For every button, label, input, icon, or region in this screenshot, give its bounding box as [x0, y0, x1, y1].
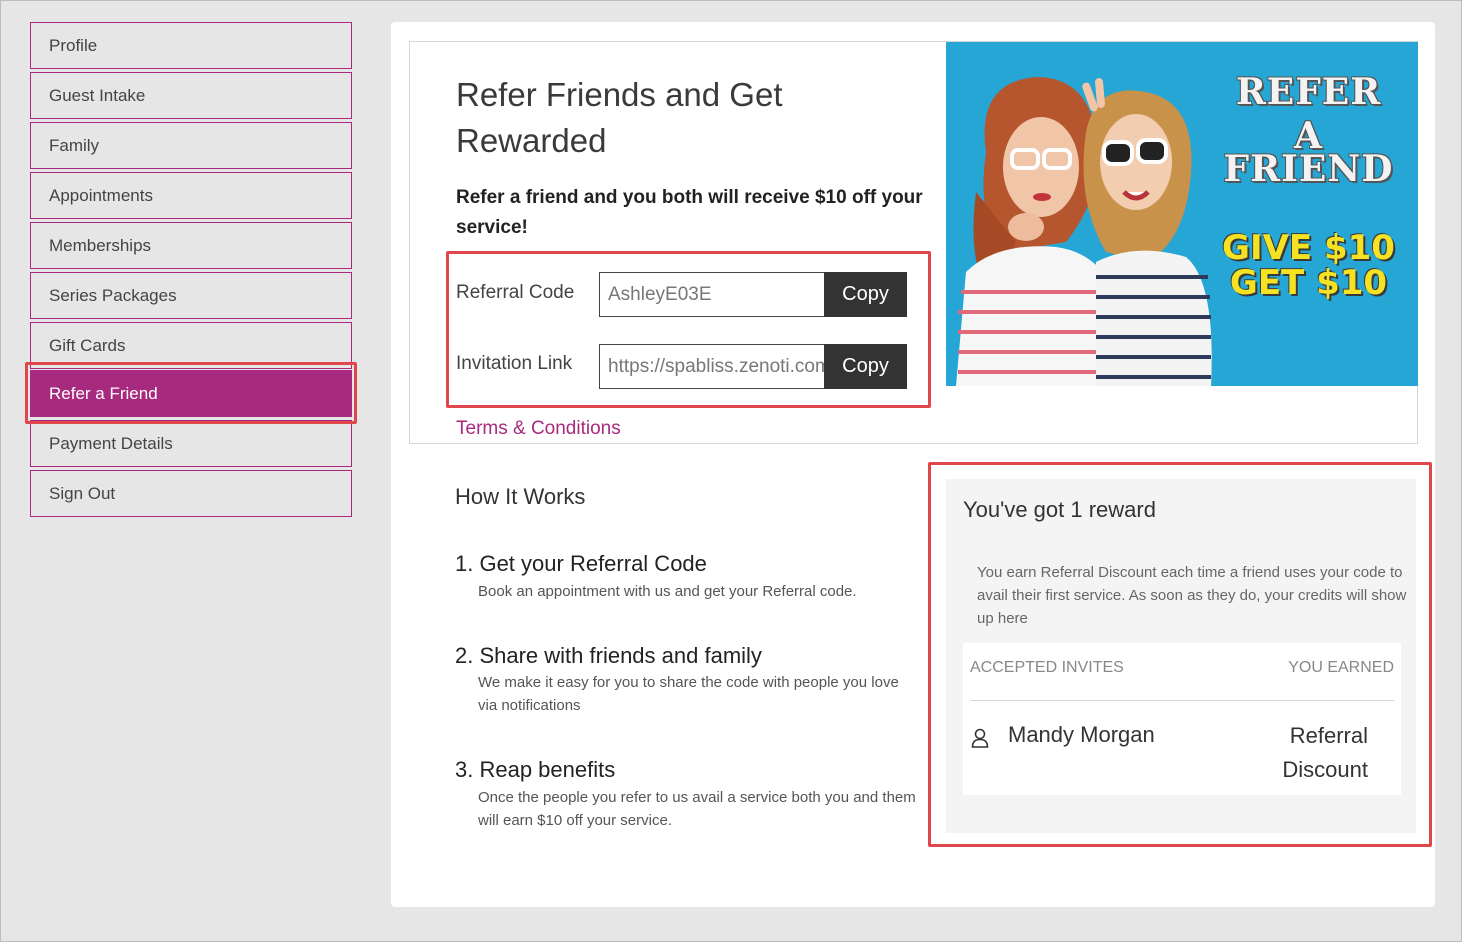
refer-card: Refer Friends and Get Rewarded Refer a f… [409, 41, 1418, 444]
refer-a-friend-banner: REFER A FRIEND GIVE $10 GET $10 [946, 42, 1418, 386]
sidebar-item-appointments[interactable]: Appointments [30, 172, 352, 219]
reward-title: You've got 1 reward [963, 497, 1156, 522]
copy-referral-code-button[interactable]: Copy [824, 272, 907, 317]
user-icon [971, 728, 989, 748]
reward-panel: You've got 1 reward You earn Referral Di… [946, 479, 1416, 833]
sidebar-item-profile[interactable]: Profile [30, 22, 352, 69]
step-1-desc: Book an appointment with us and get your… [478, 583, 857, 600]
sidebar-item-series-packages[interactable]: Series Packages [30, 272, 352, 319]
sidebar-item-gift-cards[interactable]: Gift Cards [30, 322, 352, 369]
invitation-link-label: Invitation Link [456, 353, 573, 374]
how-it-works-title: How It Works [455, 484, 586, 509]
earned-reward: Referral Discount [1282, 723, 1368, 782]
sidebar-item-guest-intake[interactable]: Guest Intake [30, 72, 352, 119]
step-2-desc: We make it easy for you to share the cod… [478, 674, 899, 714]
table-divider [970, 700, 1394, 701]
promo-refer: REFER [1235, 71, 1382, 113]
invitation-link-field[interactable]: https://spabliss.zenoti.com [599, 344, 825, 389]
invitee-name: Mandy Morgan [1008, 722, 1155, 747]
promo-get: GET $10 [1229, 263, 1388, 303]
sidebar-item-payment-details[interactable]: Payment Details [30, 420, 352, 467]
step-3-title: 3. Reap benefits [455, 757, 616, 782]
reward-description: You earn Referral Discount each time a f… [977, 564, 1407, 627]
sidebar-item-family[interactable]: Family [30, 122, 352, 169]
col-accepted-invites: ACCEPTED INVITES [970, 659, 1124, 676]
main-panel: Refer Friends and Get Rewarded Refer a f… [391, 22, 1435, 907]
terms-conditions-link[interactable]: Terms & Conditions [456, 418, 621, 440]
promo-give: GIVE $10 [1222, 228, 1395, 268]
step-2-title: 2. Share with friends and family [455, 643, 762, 668]
copy-invitation-link-button[interactable]: Copy [824, 344, 907, 389]
step-3-desc: Once the people you refer to us avail a … [478, 789, 916, 829]
step-1-title: 1. Get your Referral Code [455, 551, 707, 576]
page-title: Refer Friends and Get Rewarded [456, 76, 783, 159]
promo-friend: FRIEND [1223, 148, 1394, 190]
referral-code-field[interactable]: AshleyE03E [599, 272, 825, 317]
refer-subtitle: Refer a friend and you both will receive… [456, 187, 923, 238]
sidebar-item-memberships[interactable]: Memberships [30, 222, 352, 269]
col-you-earned: YOU EARNED [1288, 659, 1394, 676]
rewards-table: ACCEPTED INVITES YOU EARNED Mandy Morgan… [963, 643, 1401, 795]
sidebar-item-sign-out[interactable]: Sign Out [30, 470, 352, 517]
referral-code-label: Referral Code [456, 282, 575, 303]
sidebar-item-refer-a-friend[interactable]: Refer a Friend [30, 370, 352, 417]
